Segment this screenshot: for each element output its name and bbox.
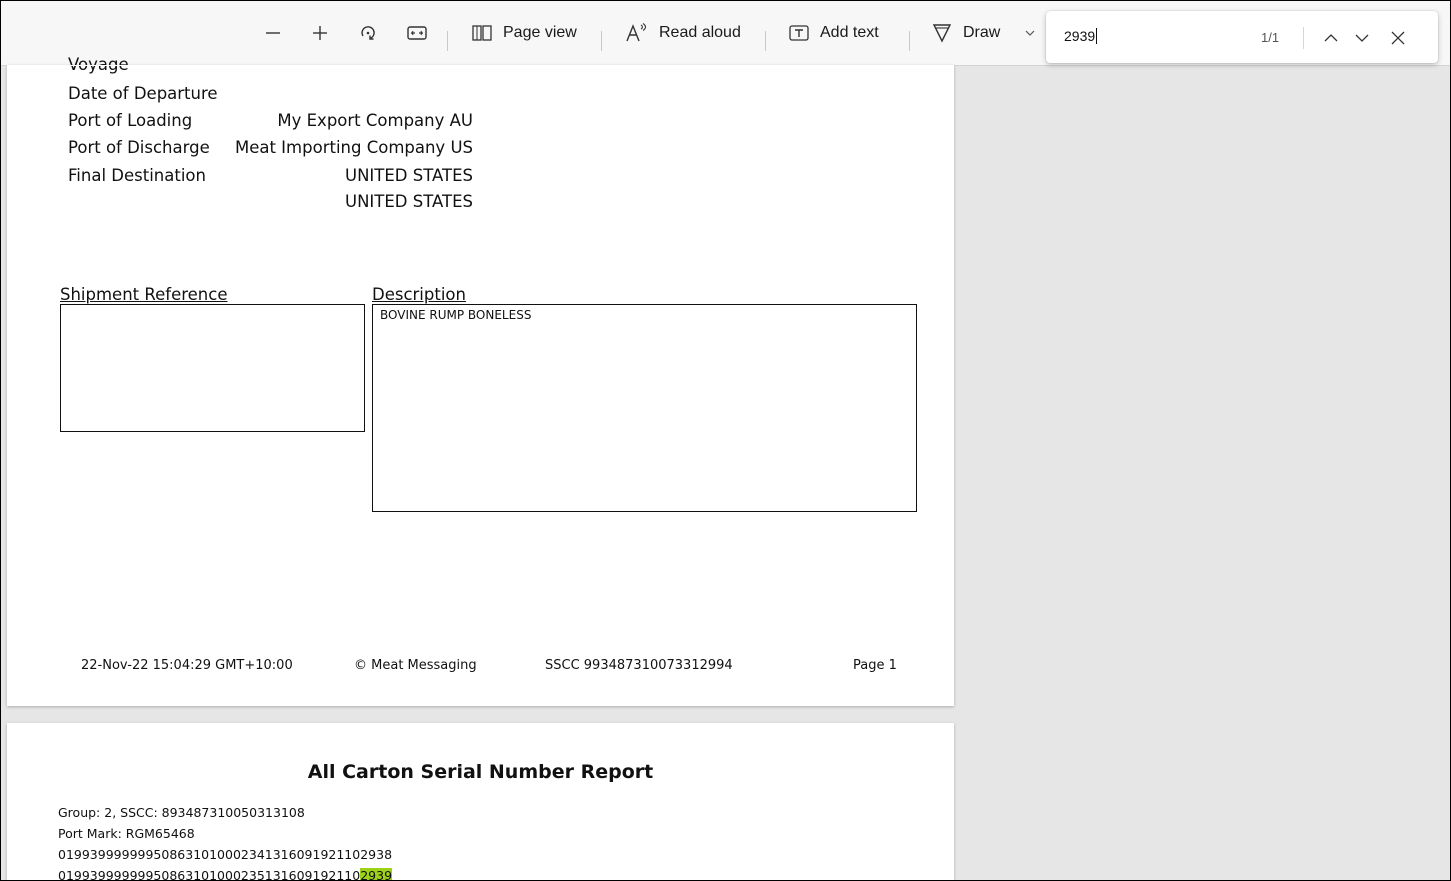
footer-timestamp: 22-Nov-22 15:04:29 GMT+10:00 xyxy=(81,658,293,673)
destination-country-value: UNITED STATES xyxy=(345,192,473,211)
description-box: BOVINE RUMP BONELESS xyxy=(372,304,917,512)
zoom-out-button[interactable] xyxy=(263,21,283,45)
serial-number-line-match: 0199399999995086310100023513160919211029… xyxy=(58,868,393,881)
final-destination-value: UNITED STATES xyxy=(345,166,473,185)
read-aloud-button[interactable]: Read aloud xyxy=(625,21,741,45)
shipment-reference-title: Shipment Reference xyxy=(60,285,228,304)
footer-page-number: Page 1 xyxy=(853,658,897,673)
serial-number-prefix: 01993999999950863101000235131609192110 xyxy=(58,868,361,881)
port-mark-line: Port Mark: RGM65468 xyxy=(58,826,195,841)
footer-copyright: © Meat Messaging xyxy=(354,658,477,673)
pdf-viewer-window: Page view Read aloud Add text Draw 2939 … xyxy=(0,0,1451,881)
description-title: Description xyxy=(372,285,466,304)
chevron-up-icon xyxy=(1324,34,1338,42)
add-text-label: Add text xyxy=(820,24,879,41)
final-destination-label: Final Destination xyxy=(68,166,206,185)
page-view-label: Page view xyxy=(503,24,577,41)
search-match-highlight: 2939 xyxy=(360,868,393,881)
page-view-button[interactable]: Page view xyxy=(471,21,577,45)
footer-sscc: SSCC 993487310073312994 xyxy=(545,658,733,673)
find-bar: 2939 1/1 xyxy=(1046,11,1438,63)
find-match-count: 1/1 xyxy=(1261,30,1280,45)
text-caret xyxy=(1096,28,1098,44)
close-find-button[interactable] xyxy=(1389,29,1407,47)
draw-button[interactable]: Draw xyxy=(931,21,1000,45)
find-query: 2939 xyxy=(1064,28,1096,44)
toolbar-divider xyxy=(601,31,602,51)
chevron-down-icon xyxy=(1355,34,1369,42)
zoom-in-button[interactable] xyxy=(310,21,330,45)
draw-options-dropdown[interactable] xyxy=(1023,21,1037,45)
serial-number-line: 0199399999995086310100023413160919211029… xyxy=(58,847,393,862)
find-divider xyxy=(1303,27,1304,49)
draw-icon xyxy=(932,24,952,43)
report-title: All Carton Serial Number Report xyxy=(307,761,654,783)
pdf-page-1: Voyage Date of Departure Port of Loading… xyxy=(7,55,954,706)
port-of-loading-label: Port of Loading xyxy=(68,111,193,130)
add-text-icon xyxy=(789,25,809,41)
fit-width-button[interactable] xyxy=(406,21,428,45)
find-input[interactable]: 2939 xyxy=(1064,28,1098,44)
next-match-button[interactable] xyxy=(1353,29,1371,47)
rotate-icon xyxy=(361,26,375,40)
draw-label: Draw xyxy=(963,24,1001,41)
fit-width-icon xyxy=(407,26,427,40)
toolbar-divider xyxy=(765,31,766,51)
plus-icon xyxy=(313,26,327,40)
minus-icon xyxy=(266,32,280,34)
departure-date-label: Date of Departure xyxy=(68,84,218,103)
toolbar-divider xyxy=(447,31,448,51)
read-aloud-icon xyxy=(626,23,647,42)
port-of-discharge-label: Port of Discharge xyxy=(68,138,210,157)
chevron-down-icon xyxy=(1025,30,1035,36)
description-text: BOVINE RUMP BONELESS xyxy=(380,308,532,322)
port-of-discharge-value: Meat Importing Company US xyxy=(234,138,473,157)
add-text-button[interactable]: Add text xyxy=(788,21,879,45)
close-icon xyxy=(1391,31,1405,45)
page-view-icon xyxy=(472,25,492,41)
read-aloud-label: Read aloud xyxy=(659,24,741,41)
rotate-button[interactable] xyxy=(358,21,378,45)
shipment-reference-box xyxy=(60,304,365,432)
group-line: Group: 2, SSCC: 893487310050313108 xyxy=(58,805,305,820)
port-of-loading-value: My Export Company AU xyxy=(277,111,473,130)
toolbar-divider xyxy=(909,31,910,51)
previous-match-button[interactable] xyxy=(1322,29,1340,47)
pdf-page-2: All Carton Serial Number Report Group: 2… xyxy=(7,723,954,881)
